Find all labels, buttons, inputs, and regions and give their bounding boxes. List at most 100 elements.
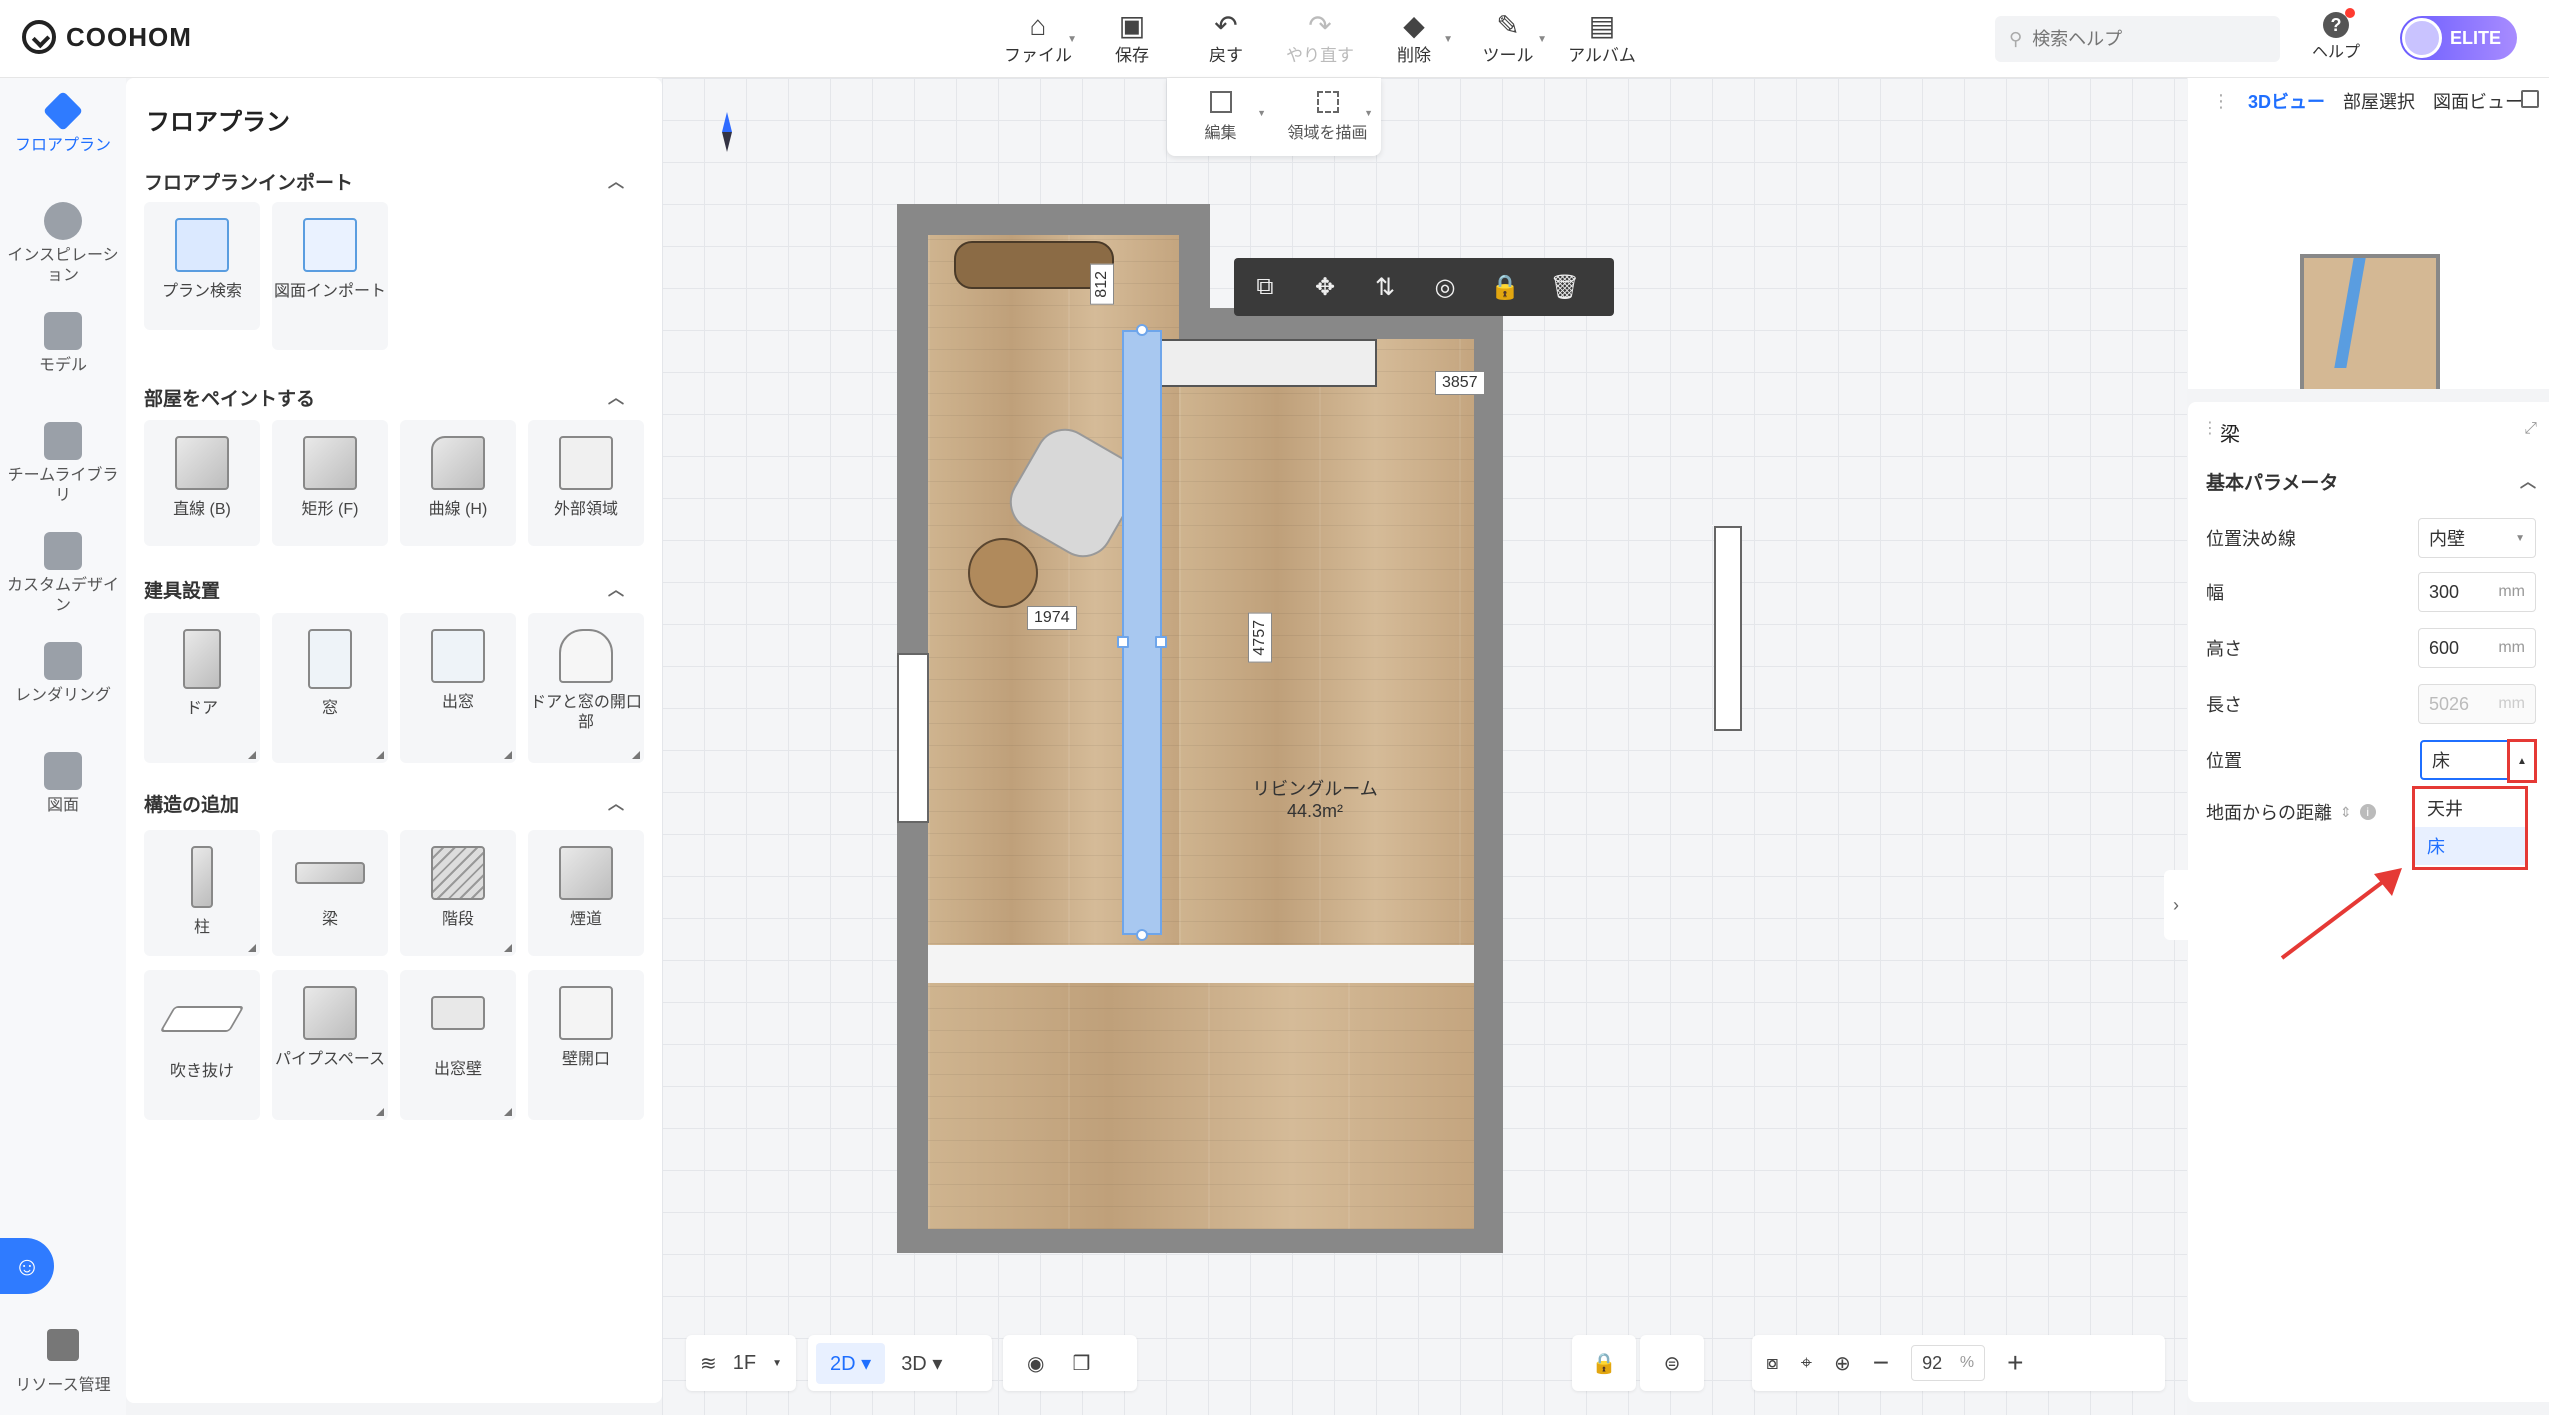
sort-icon[interactable]: ⇕	[2340, 804, 2352, 821]
section-import[interactable]: フロアプランインポート ︿	[144, 168, 644, 195]
tab-room-select[interactable]: 部屋選択	[2343, 88, 2415, 114]
expand-icon[interactable]	[2521, 90, 2539, 108]
toggle-button[interactable]: ⊜	[1640, 1335, 1704, 1391]
lock-icon[interactable]: 🔒	[1490, 272, 1520, 302]
align-center-icon[interactable]: ✥	[1310, 272, 1340, 302]
redo-button[interactable]: ↷ やり直す	[1277, 8, 1363, 68]
nav-model[interactable]: モデル	[0, 298, 126, 408]
beam-handle-bottom[interactable]	[1136, 929, 1148, 941]
dropdown-toggle[interactable]: ▲	[2507, 739, 2537, 783]
nav-resource-management[interactable]: リソース管理	[0, 1329, 126, 1395]
zoom-input[interactable]: 92%	[1911, 1345, 1986, 1381]
curve-card[interactable]: 曲線 (H)	[400, 420, 516, 546]
eye-icon[interactable]: ◉	[1027, 1351, 1044, 1376]
chat-button[interactable]: ☺	[0, 1238, 54, 1294]
section-structure[interactable]: 構造の追加 ︿	[144, 790, 644, 817]
floorplan-canvas[interactable]: 編集 ▼ 領域を描画 ▼ 812 3857 1974 4757 リビングルーム 44…	[662, 78, 2187, 1415]
delete-button[interactable]: ◆ 削除 ▼	[1371, 8, 1457, 68]
zoom-out-icon[interactable]: −	[1873, 1347, 1889, 1379]
width-input[interactable]: 300 mm	[2418, 572, 2536, 612]
zoom-area-icon[interactable]: ⊕	[1834, 1351, 1851, 1376]
nav-floorplan[interactable]: フロアプラン	[0, 78, 126, 188]
beam-handle-top[interactable]	[1136, 324, 1148, 336]
floor-selector[interactable]: ≋ 1F ▼	[686, 1335, 796, 1391]
nav-rendering[interactable]: レンダリング	[0, 628, 126, 738]
wall-opening-card[interactable]: 壁開口	[528, 970, 644, 1120]
mode-3d-button[interactable]: 3D ▾	[901, 1351, 942, 1376]
drag-handle-icon[interactable]: ⋮	[2202, 418, 2218, 438]
logo[interactable]: COOHOM	[22, 20, 192, 54]
option-ceiling[interactable]: 天井	[2415, 789, 2525, 827]
window-card[interactable]: 窓	[272, 613, 388, 763]
tab-3d-view[interactable]: 3Dビュー	[2248, 88, 2325, 114]
search-input[interactable]	[2032, 28, 2253, 50]
drag-handle-icon[interactable]: ⋮	[2212, 91, 2230, 112]
hide-icon[interactable]: ◎	[1430, 272, 1460, 302]
draw-area-button[interactable]: 領域を描画 ▼	[1274, 78, 1381, 156]
beam-card[interactable]: 梁	[272, 830, 388, 956]
chevron-up-icon[interactable]: ︿	[608, 384, 624, 408]
help-button[interactable]: ? ヘルプ	[2306, 8, 2366, 62]
plan-search-card[interactable]: プラン検索	[144, 202, 260, 330]
option-floor[interactable]: 床	[2415, 827, 2525, 865]
bay-window-card[interactable]: 出窓	[400, 613, 516, 763]
fit-view-icon[interactable]: ⧇	[1766, 1352, 1779, 1375]
album-button[interactable]: ▤ アルバム	[1559, 8, 1645, 68]
beam-handle-right[interactable]	[1155, 636, 1167, 648]
stairs-card[interactable]: 階段	[400, 830, 516, 956]
position-select[interactable]: 床 ▲	[2420, 739, 2537, 783]
chevron-up-icon[interactable]: ︿	[608, 790, 624, 814]
lock-button[interactable]: 🔒	[1572, 1335, 1636, 1391]
outer-area-card[interactable]: 外部領域	[528, 420, 644, 546]
nav-inspiration[interactable]: インスピレーション	[0, 188, 126, 298]
tab-drawing-view[interactable]: 図面ビュー	[2433, 88, 2523, 114]
file-button[interactable]: ⌂ ファイル ▼	[995, 8, 1081, 68]
section-fixtures[interactable]: 建具設置 ︿	[144, 576, 644, 603]
door-card[interactable]: ドア	[144, 613, 260, 763]
window-right[interactable]	[1714, 526, 1742, 731]
height-input[interactable]: 600 mm	[2418, 628, 2536, 668]
search-box[interactable]: ⚲	[1995, 16, 2280, 62]
chevron-up-icon[interactable]: ︿	[2520, 468, 2536, 492]
position-line-select[interactable]: 内壁 ▼	[2418, 518, 2536, 558]
user-menu[interactable]: ELITE	[2400, 16, 2518, 60]
nav-drawing[interactable]: 図面	[0, 738, 126, 848]
collapse-panel-button[interactable]: ›	[2164, 870, 2188, 940]
mode-2d-button[interactable]: 2D ▾	[816, 1342, 886, 1384]
column-card[interactable]: 柱	[144, 830, 260, 956]
chevron-up-icon[interactable]: ︿	[608, 576, 624, 600]
beam-handle-left[interactable]	[1117, 636, 1129, 648]
void-card[interactable]: 吹き抜け	[144, 970, 260, 1120]
zoom-in-icon[interactable]: +	[2007, 1347, 2023, 1379]
nav-team-library[interactable]: チームライブラリ	[0, 408, 126, 518]
copy-icon[interactable]: ⧉	[1250, 272, 1280, 302]
nav-custom-design[interactable]: カスタムデザイン	[0, 518, 126, 628]
save-button[interactable]: ▣ 保存	[1089, 8, 1175, 68]
trash-icon[interactable]: 🗑	[1550, 272, 1580, 302]
focus-icon[interactable]: ⌖	[1801, 1352, 1812, 1375]
info-icon[interactable]: i	[2359, 804, 2376, 820]
section-paint-room[interactable]: 部屋をペイントする ︿	[144, 384, 644, 411]
cube-icon[interactable]: ❒	[1072, 1351, 1090, 1376]
tools-button[interactable]: ✎ ツール ▼	[1465, 8, 1551, 68]
chevron-up-icon[interactable]: ︿	[608, 168, 624, 192]
straight-line-card[interactable]: 直線 (B)	[144, 420, 260, 546]
bay-wall-card[interactable]: 出窓壁	[400, 970, 516, 1120]
selected-beam[interactable]	[1122, 330, 1162, 935]
drawing-import-card[interactable]: 図面インポート	[272, 202, 388, 350]
layers-icon: ≋	[700, 1352, 717, 1375]
basic-params-header[interactable]: 基本パラメータ ︿	[2206, 468, 2536, 495]
window-left[interactable]	[897, 653, 929, 823]
rectangle-card[interactable]: 矩形 (F)	[272, 420, 388, 546]
maximize-icon[interactable]: ⤢	[2524, 420, 2537, 438]
flue-card[interactable]: 煙道	[528, 830, 644, 956]
pipe-space-card[interactable]: パイプスペース	[272, 970, 388, 1120]
3d-preview[interactable]	[2188, 124, 2549, 389]
edit-button[interactable]: 編集 ▼	[1167, 78, 1274, 156]
undo-button[interactable]: ↶ 戻す	[1183, 8, 1269, 68]
room-label[interactable]: リビングルーム 44.3m²	[1250, 778, 1380, 822]
flip-icon[interactable]: ⇅	[1370, 272, 1400, 302]
opening-card[interactable]: ドアと窓の開口部	[528, 613, 644, 763]
flue-icon	[559, 846, 613, 900]
side-table[interactable]	[968, 538, 1038, 608]
